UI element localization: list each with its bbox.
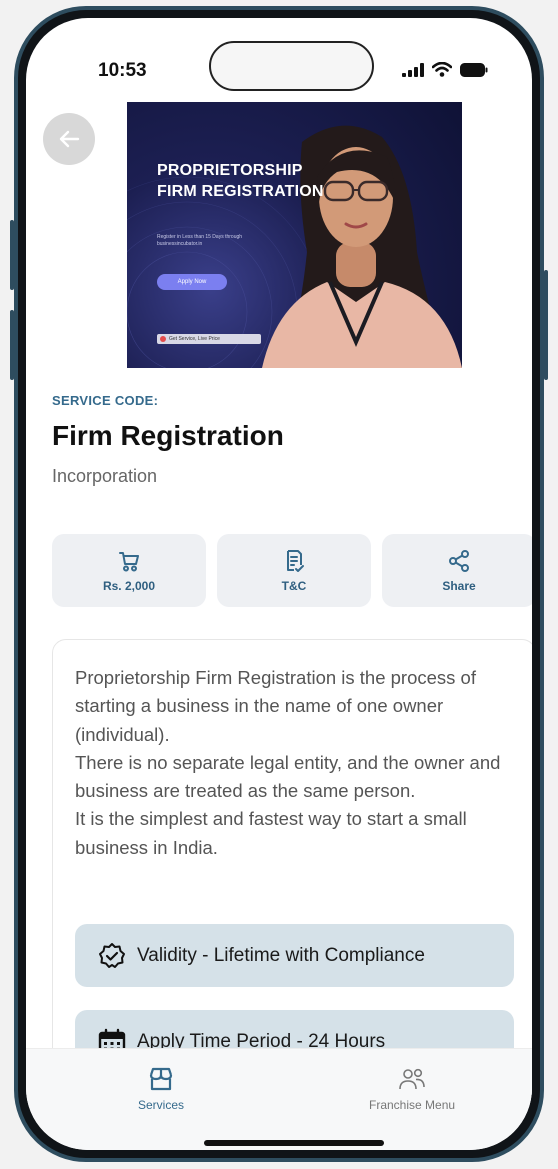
battery-icon [460,62,488,77]
feature-validity: Validity - Lifetime with Compliance [75,924,514,987]
nav-item-services[interactable]: Services [138,1067,184,1112]
nav-item-franchise-menu[interactable]: Franchise Menu [369,1067,455,1112]
service-title: Firm Registration [52,420,284,451]
terms-label: T&C [281,578,307,593]
phone-frame: 10:53 PROPRIETORSHIP FIRM REGISTRATION R… [10,6,548,1162]
share-button[interactable]: Share [382,534,532,607]
description-paragraph: Proprietorship Firm Registration is the … [75,667,476,745]
price-label: Rs. 2,000 [102,578,156,593]
feature-validity-label: Validity - Lifetime with Compliance [137,944,425,966]
home-indicator[interactable] [204,1140,384,1146]
share-label: Share [442,578,476,593]
store-icon [149,1067,173,1091]
hero-banner: PROPRIETORSHIP FIRM REGISTRATION Registe… [127,102,462,368]
cart-icon [119,551,139,571]
hero-apply-button[interactable]: Apply Now [157,274,227,290]
dynamic-island [209,41,374,91]
hero-title: PROPRIETORSHIP FIRM REGISTRATION [157,162,324,200]
back-button[interactable] [43,113,95,165]
status-time: 10:53 [98,60,147,81]
service-category: Incorporation [52,466,158,486]
app-screen: 10:53 PROPRIETORSHIP FIRM REGISTRATION R… [26,18,532,1150]
status-icons [402,62,488,77]
hero-badge-label: Get Service, Live Price [169,336,220,342]
hero-subtitle: Register in Less than 15 Days through bu… [157,234,243,247]
heart-icon [160,336,166,342]
volume-up-button [10,220,14,290]
nav-label-services: Services [138,1098,185,1112]
price-button[interactable]: Rs. 2,000 [52,534,206,607]
bottom-nav: Services Franchise Menu [26,1048,532,1150]
description-paragraph: It is the simplest and fastest way to st… [75,808,467,858]
nav-label-franchise-menu: Franchise Menu [369,1098,456,1112]
description-text: Proprietorship Firm Registration is the … [75,664,515,862]
action-tiles: Rs. 2,000 T&C Share [52,534,532,607]
service-code-label: SERVICE CODE: [52,393,159,408]
description-paragraph: There is no separate legal entity, and t… [75,751,501,802]
description-card: Proprietorship Firm Registration is the … [52,639,532,1099]
signal-icon [402,62,424,77]
volume-down-button [10,310,14,380]
hero-badge: Get Service, Live Price [157,334,261,344]
document-icon [287,549,304,572]
terms-button[interactable]: T&C [217,534,371,607]
power-button [544,270,548,380]
share-icon [449,549,469,572]
badge-check-icon [99,942,125,968]
wifi-icon [432,62,452,77]
users-icon [399,1068,425,1090]
arrow-left-icon [59,130,80,148]
